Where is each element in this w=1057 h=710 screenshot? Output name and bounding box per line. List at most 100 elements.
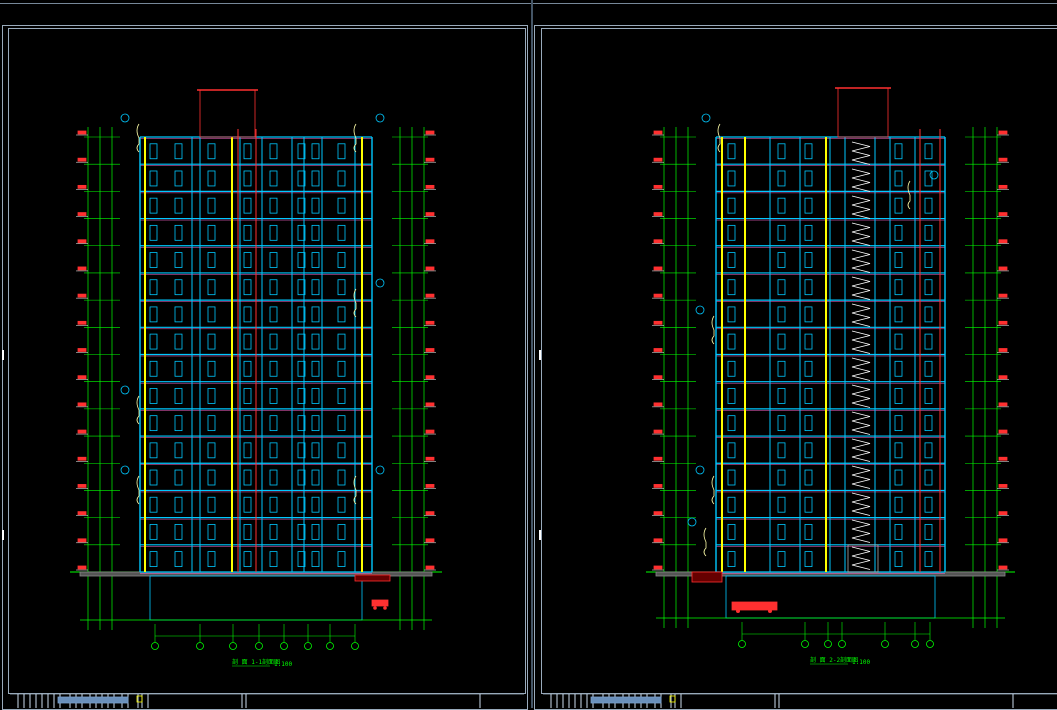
window [149, 333, 158, 350]
window [207, 306, 216, 323]
window [149, 224, 158, 241]
window [337, 442, 346, 459]
car-wheel [768, 609, 772, 613]
stair-flight [851, 168, 871, 192]
stair-flight [851, 303, 871, 327]
window [174, 524, 183, 540]
level-mark [998, 157, 1008, 162]
window [727, 469, 736, 486]
window [243, 469, 252, 486]
level-mark [653, 511, 663, 516]
stair-flight [851, 330, 871, 354]
window [727, 496, 736, 513]
window [269, 415, 278, 432]
window [777, 524, 786, 540]
window [894, 469, 903, 486]
grid-bubble-icon [911, 640, 919, 648]
window [311, 197, 320, 214]
level-mark [653, 375, 663, 380]
window [727, 252, 736, 268]
level-mark [425, 212, 435, 216]
window [804, 279, 813, 296]
window [894, 496, 903, 513]
window [804, 360, 813, 377]
section-marker-icon [375, 465, 385, 475]
level-mark [653, 429, 663, 434]
car-icon [371, 599, 389, 607]
stair-flight [851, 519, 871, 543]
window [894, 252, 903, 268]
window [894, 306, 903, 323]
window [174, 279, 183, 296]
level-mark [425, 348, 435, 352]
window [727, 306, 736, 323]
level-mark [425, 266, 435, 271]
window [727, 170, 736, 187]
level-mark [425, 565, 435, 570]
window [149, 360, 158, 377]
callout-leader [907, 180, 911, 210]
window [269, 224, 278, 241]
window [207, 360, 216, 377]
level-mark [77, 293, 87, 298]
window [727, 143, 736, 160]
level-mark [425, 402, 435, 407]
window [149, 197, 158, 214]
window [174, 469, 183, 486]
callout-leader [136, 475, 140, 505]
window [174, 252, 183, 268]
level-mark [653, 348, 663, 352]
window [727, 388, 736, 404]
left-title-block [10, 694, 524, 708]
level-mark [425, 538, 435, 543]
callout-leader [717, 123, 721, 153]
window [207, 415, 216, 432]
level-mark [425, 293, 435, 298]
stair-flight [851, 276, 871, 300]
window [207, 252, 216, 268]
level-mark [425, 456, 435, 461]
window [207, 224, 216, 241]
level-mark [998, 184, 1008, 189]
window [311, 415, 320, 432]
cad-drawing-canvas[interactable]: 剖 面 1-1剖面图1:100 剖 面 2-2剖面图1:100 [0, 0, 1057, 708]
window [894, 360, 903, 377]
window [174, 496, 183, 513]
level-mark [77, 565, 87, 570]
window [149, 442, 158, 459]
window [243, 388, 252, 404]
window [174, 333, 183, 350]
section-marker-icon [695, 465, 705, 475]
window [337, 551, 346, 567]
window [243, 252, 252, 268]
level-mark [653, 212, 663, 216]
window [924, 170, 933, 187]
window [924, 360, 933, 377]
stair-flight [851, 195, 871, 219]
level-mark [998, 212, 1008, 216]
window [174, 442, 183, 459]
window [269, 388, 278, 404]
level-mark [653, 293, 663, 298]
window [207, 170, 216, 187]
window [777, 442, 786, 459]
drawing-caption: 剖 面 2-2剖面图 [810, 656, 858, 664]
window [269, 143, 278, 160]
level-mark [425, 239, 435, 244]
window [149, 496, 158, 513]
window [243, 551, 252, 567]
section-marker-icon [120, 465, 130, 475]
stair-flight [851, 546, 871, 570]
window [269, 333, 278, 350]
roof-headhouse [837, 87, 889, 138]
window [243, 197, 252, 214]
stair-flight [851, 249, 871, 273]
callout-leader [136, 395, 140, 425]
window [207, 333, 216, 350]
elevation-drawing: 剖 面 1-1剖面图1:100 [70, 89, 442, 668]
level-mark [998, 348, 1008, 352]
callout-leader [136, 123, 140, 153]
level-mark [77, 184, 87, 189]
window [269, 524, 278, 540]
section-drawing: 剖 面 2-2剖面图1:100 [646, 87, 1015, 666]
